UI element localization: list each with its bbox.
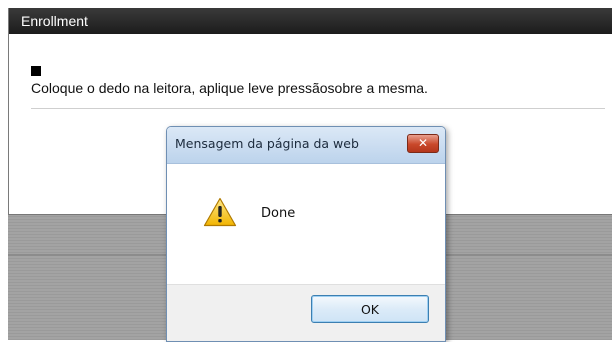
dialog-title: Mensagem da página da web bbox=[175, 136, 359, 151]
warning-icon bbox=[203, 197, 237, 227]
dialog-footer: OK bbox=[167, 284, 445, 341]
close-button[interactable]: ✕ bbox=[407, 134, 439, 153]
message-dialog: Mensagem da página da web ✕ Done OK bbox=[166, 126, 446, 342]
enrollment-title: Enrollment bbox=[9, 8, 612, 34]
dialog-titlebar[interactable]: Mensagem da página da web ✕ bbox=[167, 127, 445, 164]
panel-divider bbox=[31, 108, 605, 109]
ok-button[interactable]: OK bbox=[311, 295, 429, 323]
status-square-icon bbox=[31, 66, 41, 76]
close-icon: ✕ bbox=[417, 136, 429, 150]
instruction-text: Coloque o dedo na leitora, aplique leve … bbox=[31, 80, 428, 96]
dialog-message: Done bbox=[261, 206, 296, 221]
dialog-body: Done bbox=[167, 164, 445, 284]
